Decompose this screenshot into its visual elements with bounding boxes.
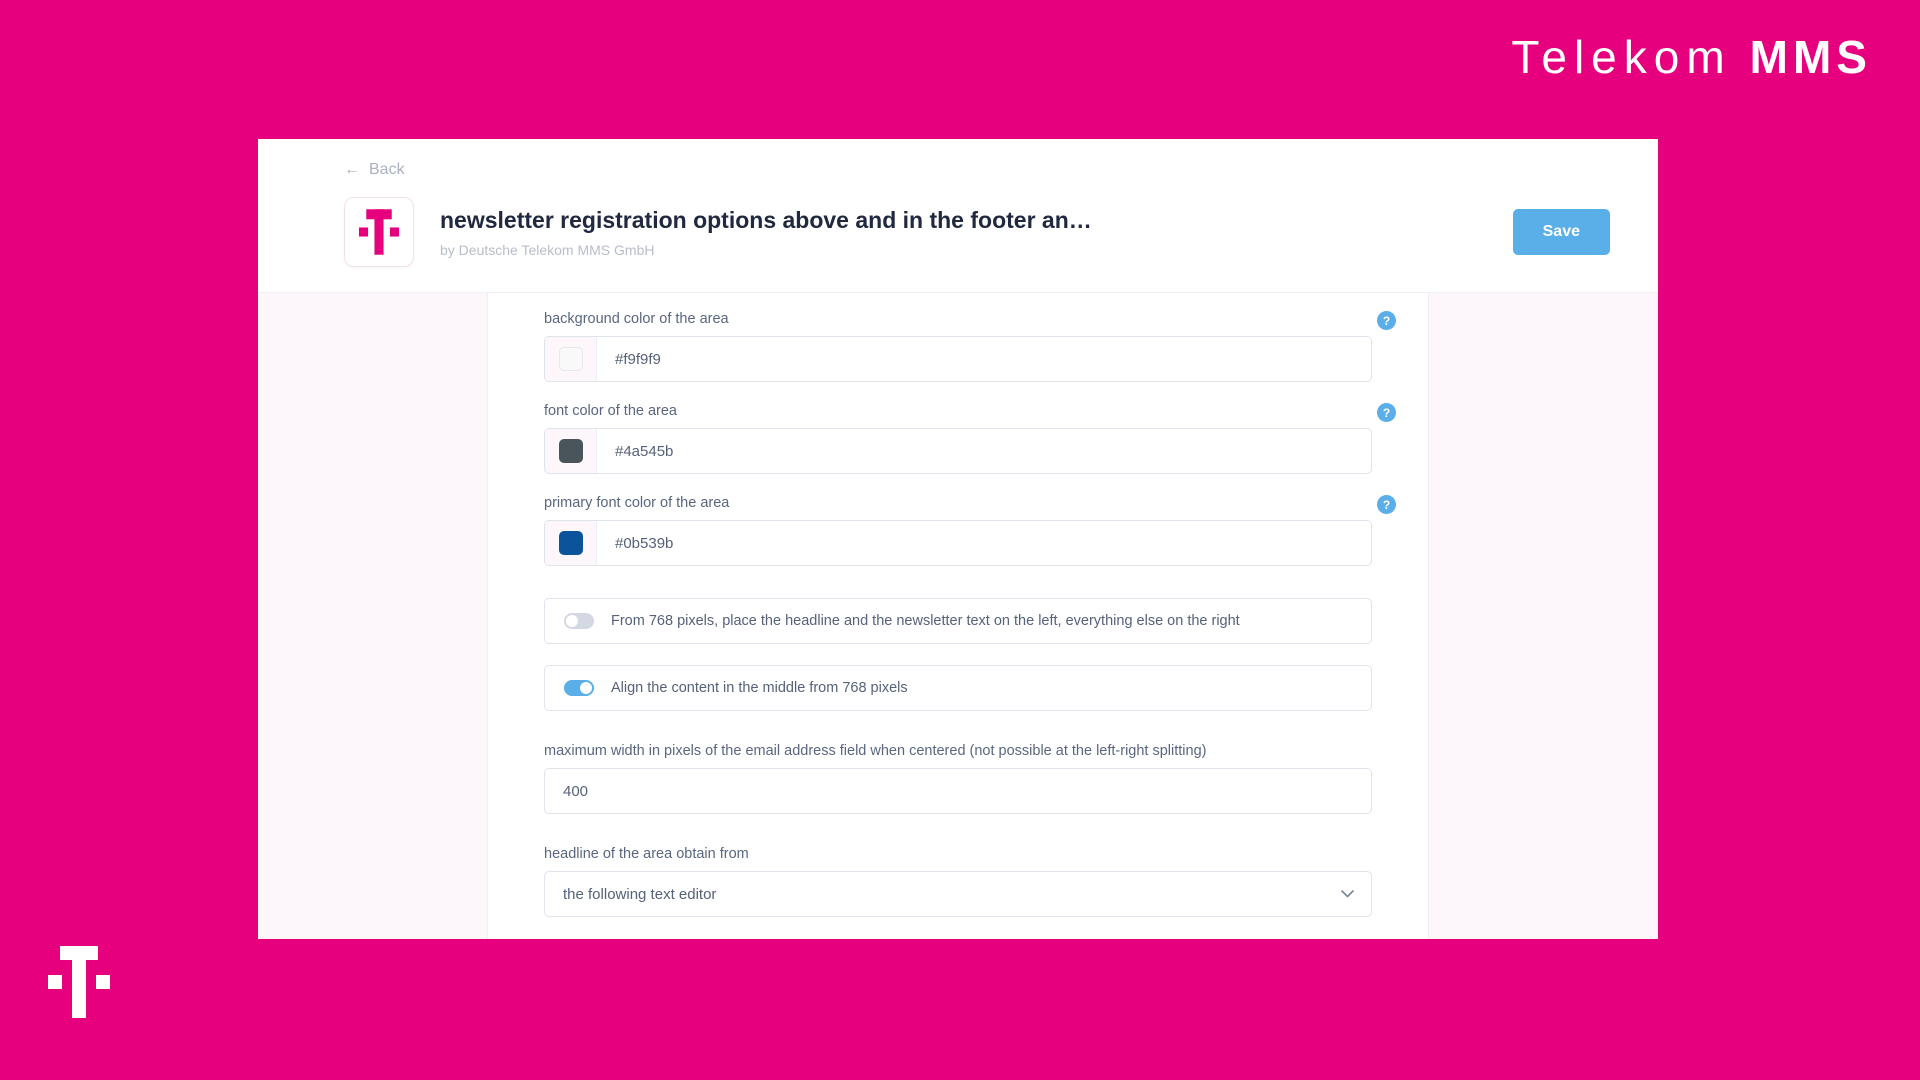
help-icon[interactable]: ? [1377, 311, 1396, 330]
toggle-label: From 768 pixels, place the headline and … [611, 613, 1240, 629]
field-background-color: background color of the area ? [544, 311, 1396, 382]
toggle-switch-on[interactable] [564, 680, 594, 696]
back-button[interactable]: ← Back [344, 161, 405, 179]
page-title: newsletter registration options above an… [440, 206, 1092, 233]
app-detail-card: ← Back newsletter registration options a… [258, 139, 1658, 939]
settings-form: background color of the area ? font colo… [487, 293, 1429, 939]
color-swatch-button[interactable] [545, 521, 597, 565]
telekom-t-logo-icon [48, 946, 110, 1018]
color-value-input[interactable] [597, 521, 1371, 565]
help-icon[interactable]: ? [1377, 403, 1396, 422]
color-value-input[interactable] [597, 337, 1371, 381]
save-button[interactable]: Save [1512, 209, 1610, 255]
right-gutter [1429, 293, 1658, 939]
color-swatch [558, 347, 583, 371]
max-width-input[interactable] [544, 768, 1372, 814]
color-swatch [558, 531, 583, 555]
color-input-row [544, 428, 1372, 474]
toggle-row-split-layout[interactable]: From 768 pixels, place the headline and … [544, 598, 1372, 644]
field-label: font color of the area [544, 403, 677, 419]
toggle-knob [580, 682, 592, 694]
field-label: primary font color of the area [544, 495, 730, 511]
left-gutter [258, 293, 487, 939]
toggle-row-center-content[interactable]: Align the content in the middle from 768… [544, 665, 1372, 711]
card-header: ← Back newsletter registration options a… [258, 139, 1658, 292]
field-primary-font-color: primary font color of the area ? [544, 495, 1396, 566]
header-text-block: newsletter registration options above an… [440, 206, 1513, 259]
color-swatch [558, 439, 583, 463]
field-label: background color of the area [544, 311, 729, 327]
page-subtitle: by Deutsche Telekom MMS GmbH [440, 242, 655, 259]
color-value-input[interactable] [597, 429, 1371, 473]
help-icon[interactable]: ? [1377, 495, 1396, 514]
toggle-label: Align the content in the middle from 768… [611, 680, 908, 696]
arrow-left-icon: ← [344, 161, 360, 178]
field-label: maximum width in pixels of the email add… [544, 743, 1207, 759]
select-wrapper: the following text editor [544, 871, 1372, 917]
toggle-knob [566, 615, 578, 627]
back-label: Back [369, 161, 405, 178]
headline-source-select[interactable]: the following text editor [544, 871, 1372, 917]
card-header-main: newsletter registration options above an… [344, 197, 1610, 267]
card-body: background color of the area ? font colo… [258, 292, 1658, 939]
brand-word: Telekom [1511, 31, 1732, 83]
field-font-color: font color of the area ? [544, 403, 1396, 474]
field-label: headline of the area obtain from [544, 846, 749, 862]
field-headline-source: headline of the area obtain from the fol… [544, 846, 1372, 917]
color-swatch-button[interactable] [545, 429, 597, 473]
color-input-row [544, 520, 1372, 566]
telekom-t-app-icon [344, 197, 414, 267]
brand-sub: MMS [1749, 31, 1872, 83]
toggle-switch-off[interactable] [564, 613, 594, 629]
color-swatch-button[interactable] [545, 337, 597, 381]
telekom-mms-logo: Telekom MMS [1511, 30, 1872, 84]
color-input-row [544, 336, 1372, 382]
field-max-width: maximum width in pixels of the email add… [544, 743, 1372, 814]
